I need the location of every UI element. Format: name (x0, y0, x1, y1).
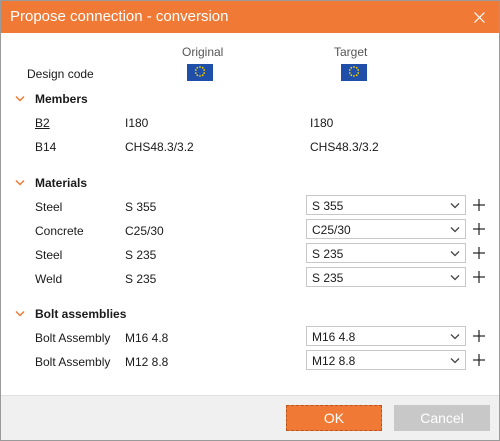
material-original-value: S 235 (125, 272, 157, 286)
title-bar: Propose connection - conversion (1, 1, 499, 33)
member-name-b2[interactable]: B2 (35, 116, 50, 130)
eu-flag-original-icon (187, 64, 213, 81)
chevron-down-icon (450, 251, 460, 257)
eu-flag-target-icon (341, 64, 367, 81)
member-name-b14: B14 (35, 140, 57, 154)
ok-button[interactable]: OK (286, 405, 382, 431)
members-collapse-chevron-icon[interactable] (15, 95, 25, 102)
bolts-collapse-chevron-icon[interactable] (15, 310, 25, 317)
add-icon[interactable] (472, 270, 486, 284)
material-target-select[interactable]: S 235 (306, 267, 466, 287)
bolt-target-value: M12 8.8 (312, 354, 356, 368)
member-original-value: CHS48.3/3.2 (125, 140, 194, 154)
chevron-down-icon (450, 203, 460, 209)
add-icon[interactable] (472, 198, 486, 212)
material-name: Steel (35, 200, 63, 214)
material-target-select[interactable]: C25/30 (306, 219, 466, 239)
cancel-button[interactable]: Cancel (394, 405, 490, 431)
chevron-down-icon (450, 358, 460, 364)
bolts-section-title: Bolt assemblies (35, 307, 127, 321)
dialog-window: Propose connection - conversion Original… (0, 0, 500, 441)
bolt-original-value: M12 8.8 (125, 355, 169, 369)
bolt-target-select[interactable]: M12 8.8 (306, 350, 466, 370)
material-name: Steel (35, 248, 63, 262)
material-original-value: C25/30 (125, 224, 164, 238)
material-original-value: S 355 (125, 200, 157, 214)
material-target-value: C25/30 (312, 223, 351, 237)
materials-collapse-chevron-icon[interactable] (15, 179, 25, 186)
bolt-target-select[interactable]: M16 4.8 (306, 326, 466, 346)
window-title: Propose connection - conversion (10, 8, 229, 25)
member-target-value: CHS48.3/3.2 (310, 140, 379, 154)
bolt-target-value: M16 4.8 (312, 330, 356, 344)
members-section-title: Members (35, 92, 88, 106)
material-target-select[interactable]: S 355 (306, 195, 466, 215)
bolt-name: Bolt Assembly (35, 355, 111, 369)
design-code-label: Design code (27, 67, 94, 81)
chevron-down-icon (450, 334, 460, 340)
close-button[interactable] (467, 5, 491, 29)
member-target-value: I180 (310, 116, 334, 130)
material-target-value: S 355 (312, 199, 344, 213)
column-header-target: Target (334, 45, 368, 59)
add-icon[interactable] (472, 329, 486, 343)
bolt-name: Bolt Assembly (35, 331, 111, 345)
dialog-footer: OK Cancel (1, 395, 499, 440)
material-target-value: S 235 (312, 247, 344, 261)
material-original-value: S 235 (125, 248, 157, 262)
chevron-down-icon (450, 227, 460, 233)
bolt-original-value: M16 4.8 (125, 331, 169, 345)
material-name: Weld (35, 272, 63, 286)
chevron-down-icon (450, 275, 460, 281)
close-icon (473, 11, 485, 23)
add-icon[interactable] (472, 353, 486, 367)
member-original-value: I180 (125, 116, 149, 130)
material-target-select[interactable]: S 235 (306, 243, 466, 263)
add-icon[interactable] (472, 222, 486, 236)
materials-section-title: Materials (35, 176, 88, 190)
column-header-original: Original (182, 45, 224, 59)
material-target-value: S 235 (312, 271, 344, 285)
add-icon[interactable] (472, 246, 486, 260)
material-name: Concrete (35, 224, 84, 238)
